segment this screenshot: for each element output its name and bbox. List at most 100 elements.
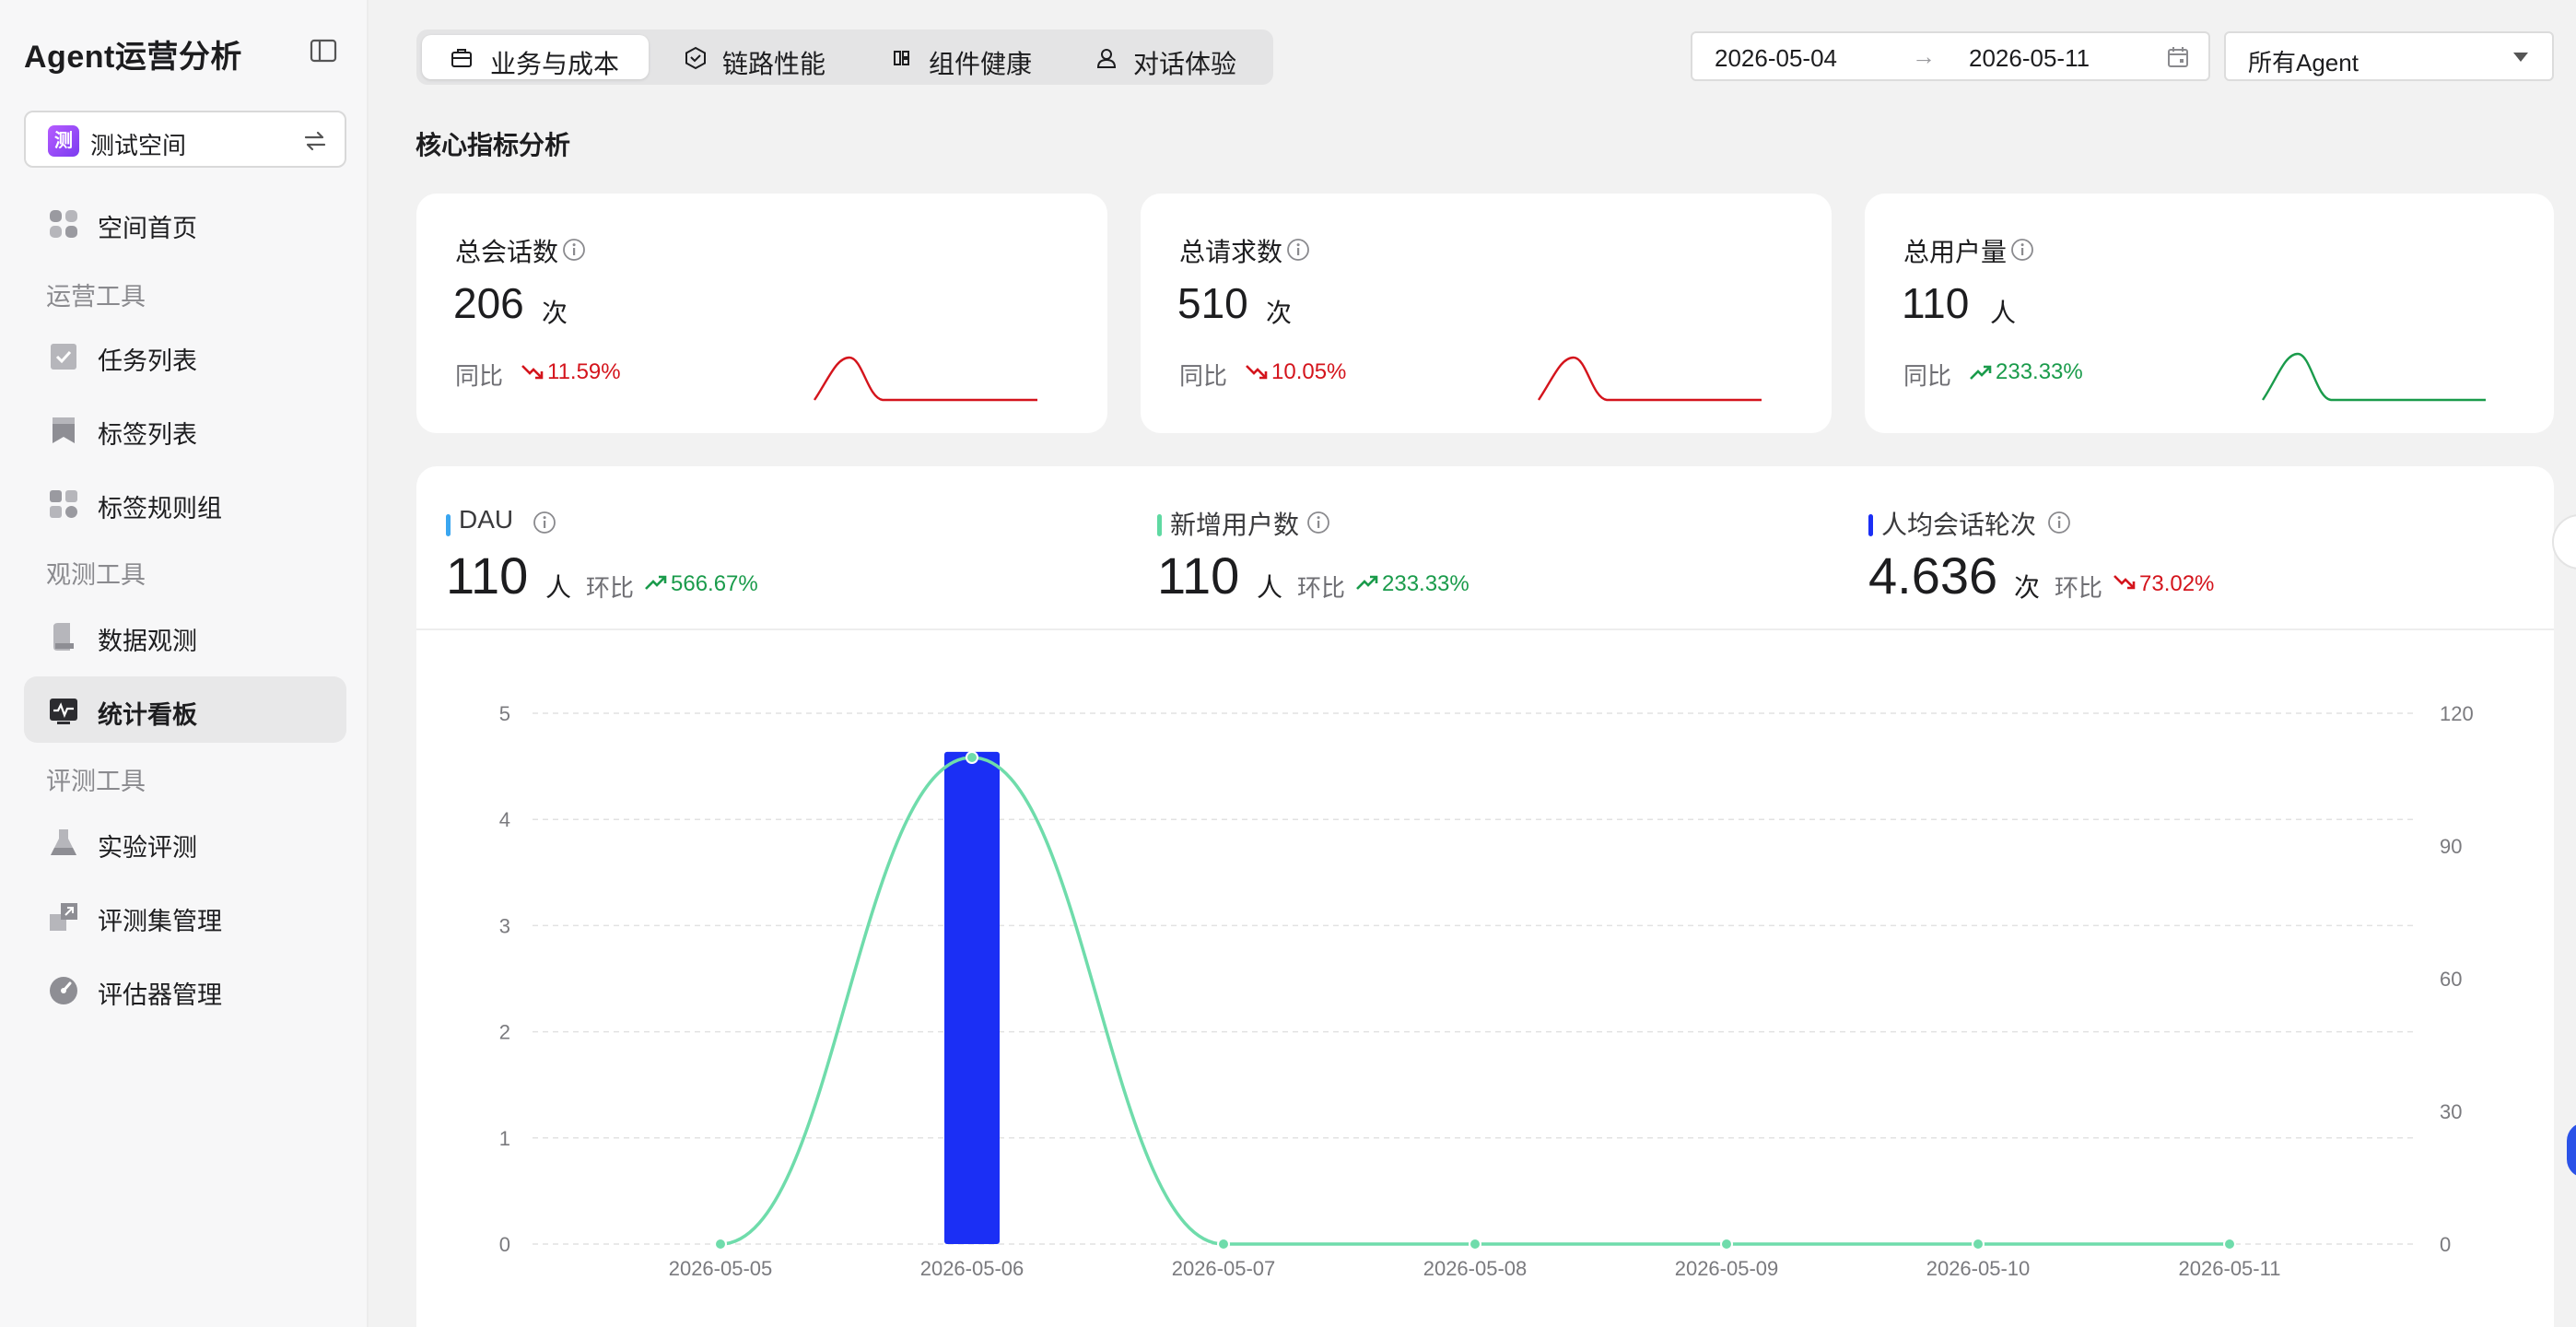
floating-help-button[interactable]	[2567, 1122, 2576, 1178]
trend-chart: 0 1 2 3 4 5 0 30 60 90 120 2026-05-05 2026-05-06 2026…	[499, 702, 2474, 1280]
metric-compare-value: 73.02%	[2139, 571, 2215, 596]
info-icon[interactable]	[562, 238, 586, 262]
kpi-title: 总会话数	[455, 238, 559, 266]
tab-business-cost[interactable]: 业务与成本	[422, 35, 649, 79]
app-title: Agent运营分析	[24, 40, 242, 75]
floating-assistant-button[interactable]	[2552, 514, 2576, 570]
chevron-down-icon	[2513, 53, 2528, 62]
y-left-tick-label: 4	[499, 808, 510, 831]
swap-icon[interactable]	[302, 129, 328, 153]
sidebar-item-tasks[interactable]: 任务列表	[24, 323, 346, 389]
sparkline	[814, 356, 1037, 402]
space-name: 测试空间	[90, 132, 187, 159]
date-arrow: →	[1912, 42, 1936, 70]
trend-up-icon	[1356, 575, 1378, 590]
info-icon[interactable]	[1286, 238, 1310, 262]
tab-component-health[interactable]: 组件健康	[870, 35, 1067, 79]
date-range-picker[interactable]: 2026-05-04 → 2026-05-11	[1691, 31, 2210, 81]
metric-unit: 人	[1257, 573, 1283, 602]
sidebar-item-dataset[interactable]: 评测集管理	[24, 883, 346, 949]
metric-value: 110	[446, 546, 529, 605]
tab-bar: 业务与成本 链路性能 组件健康 对话体验	[416, 29, 1273, 85]
date-start-input[interactable]: 2026-05-04	[1715, 44, 1837, 73]
agent-select-value: 所有Agent	[2248, 49, 2359, 76]
info-icon[interactable]	[533, 511, 556, 534]
metric-new-users[interactable]: 新增用户数 110 人 环比 233.33%	[1157, 494, 1802, 632]
dataset-icon	[50, 903, 77, 931]
bar	[944, 751, 1000, 1244]
y-left-tick-label: 5	[499, 702, 510, 725]
section-title: 核心指标分析	[416, 131, 571, 159]
metric-title: 新增用户数	[1170, 511, 1300, 539]
metric-compare-label: 环比	[2055, 574, 2103, 602]
space-selector[interactable]: 测 测试空间	[24, 111, 346, 168]
metric-color-bar	[1868, 514, 1873, 536]
kpi-card-sessions: 总会话数 206 次 同比 11.59%	[416, 194, 1107, 433]
trend-up-icon	[1970, 365, 1992, 380]
metric-compare-value: 566.67%	[671, 571, 758, 596]
y-left-tick-label: 0	[499, 1233, 510, 1256]
sidebar-item-home[interactable]: 空间首页	[24, 190, 346, 256]
y-right-tick-label: 30	[2440, 1100, 2462, 1123]
metric-dau[interactable]: DAU 110 人 环比 566.67%	[446, 494, 1091, 632]
trend-down-icon	[2113, 575, 2136, 590]
kpi-title: 总用户量	[1903, 238, 2008, 266]
kpi-compare-value: 10.05%	[1271, 359, 1347, 384]
metric-title: DAU	[459, 505, 514, 534]
nav-section-ops: 运营工具	[46, 283, 146, 311]
date-end-input[interactable]: 2026-05-11	[1969, 44, 2090, 73]
tab-label: 组件健康	[929, 50, 1033, 78]
kpi-card-requests: 总请求数 510 次 同比 10.05%	[1141, 194, 1832, 433]
flask-icon	[51, 829, 76, 855]
sidebar-item-label: 数据观测	[98, 628, 197, 655]
home-grid-icon	[50, 210, 77, 238]
sidebar-item-label: 统计看板	[98, 701, 197, 729]
trend-panel: DAU 110 人 环比 566.67% 新增用户数 110 人 环比 233.…	[416, 466, 2554, 1327]
line-point	[1972, 1238, 1985, 1251]
sidebar-item-experiment[interactable]: 实验评测	[24, 809, 346, 875]
calendar-icon[interactable]	[2166, 45, 2190, 69]
sparkline	[1538, 356, 1762, 402]
user-icon	[1096, 49, 1117, 68]
info-icon[interactable]	[2010, 238, 2034, 262]
x-tick-label: 2026-05-09	[1675, 1257, 1779, 1280]
agent-select[interactable]: 所有Agent	[2224, 31, 2554, 81]
nav-section-observe: 观测工具	[46, 561, 146, 589]
metric-title: 人均会话轮次	[1881, 511, 2037, 539]
kpi-value: 206	[453, 279, 524, 327]
metric-color-bar	[446, 514, 451, 536]
tag-icon	[53, 417, 75, 443]
metric-compare-label: 环比	[586, 574, 635, 602]
kpi-unit: 次	[1266, 299, 1293, 327]
sidebar-item-tag-rules[interactable]: 标签规则组	[24, 470, 346, 536]
line-point	[2223, 1238, 2236, 1251]
kpi-unit: 人	[1990, 299, 2017, 327]
metric-avg-turns[interactable]: 人均会话轮次 4.636 次 环比 73.02%	[1868, 494, 2513, 632]
sidebar-item-label: 任务列表	[98, 347, 197, 375]
gauge-icon	[50, 977, 77, 1004]
task-check-icon	[51, 344, 76, 370]
rule-group-icon	[50, 490, 77, 518]
sidebar-item-data-observe[interactable]: 数据观测	[24, 603, 346, 669]
line-point	[1469, 1238, 1481, 1251]
tab-chain-performance[interactable]: 链路性能	[658, 35, 861, 79]
metric-color-bar	[1157, 514, 1162, 536]
sidebar-item-label: 评测集管理	[98, 908, 222, 935]
sidebar-item-evaluator[interactable]: 评估器管理	[24, 957, 346, 1023]
sidebar-item-tags[interactable]: 标签列表	[24, 396, 346, 463]
x-tick-label: 2026-05-08	[1423, 1257, 1528, 1280]
kpi-compare-value: 233.33%	[1996, 359, 2083, 384]
y-left-tick-label: 1	[499, 1127, 510, 1150]
kpi-value: 510	[1177, 279, 1248, 327]
y-right-tick-label: 120	[2440, 702, 2474, 725]
tab-label: 对话体验	[1133, 50, 1237, 78]
info-icon[interactable]	[1306, 511, 1330, 534]
sidebar-collapse-icon[interactable]	[310, 39, 337, 63]
info-icon[interactable]	[2047, 511, 2071, 534]
component-icon	[894, 51, 909, 65]
metric-unit: 次	[2014, 573, 2041, 602]
sidebar-item-label: 空间首页	[98, 215, 197, 242]
sidebar-item-dashboard[interactable]: 统计看板	[24, 676, 346, 743]
kpi-title: 总请求数	[1179, 238, 1283, 266]
tab-dialog-experience[interactable]: 对话体验	[1076, 35, 1270, 79]
